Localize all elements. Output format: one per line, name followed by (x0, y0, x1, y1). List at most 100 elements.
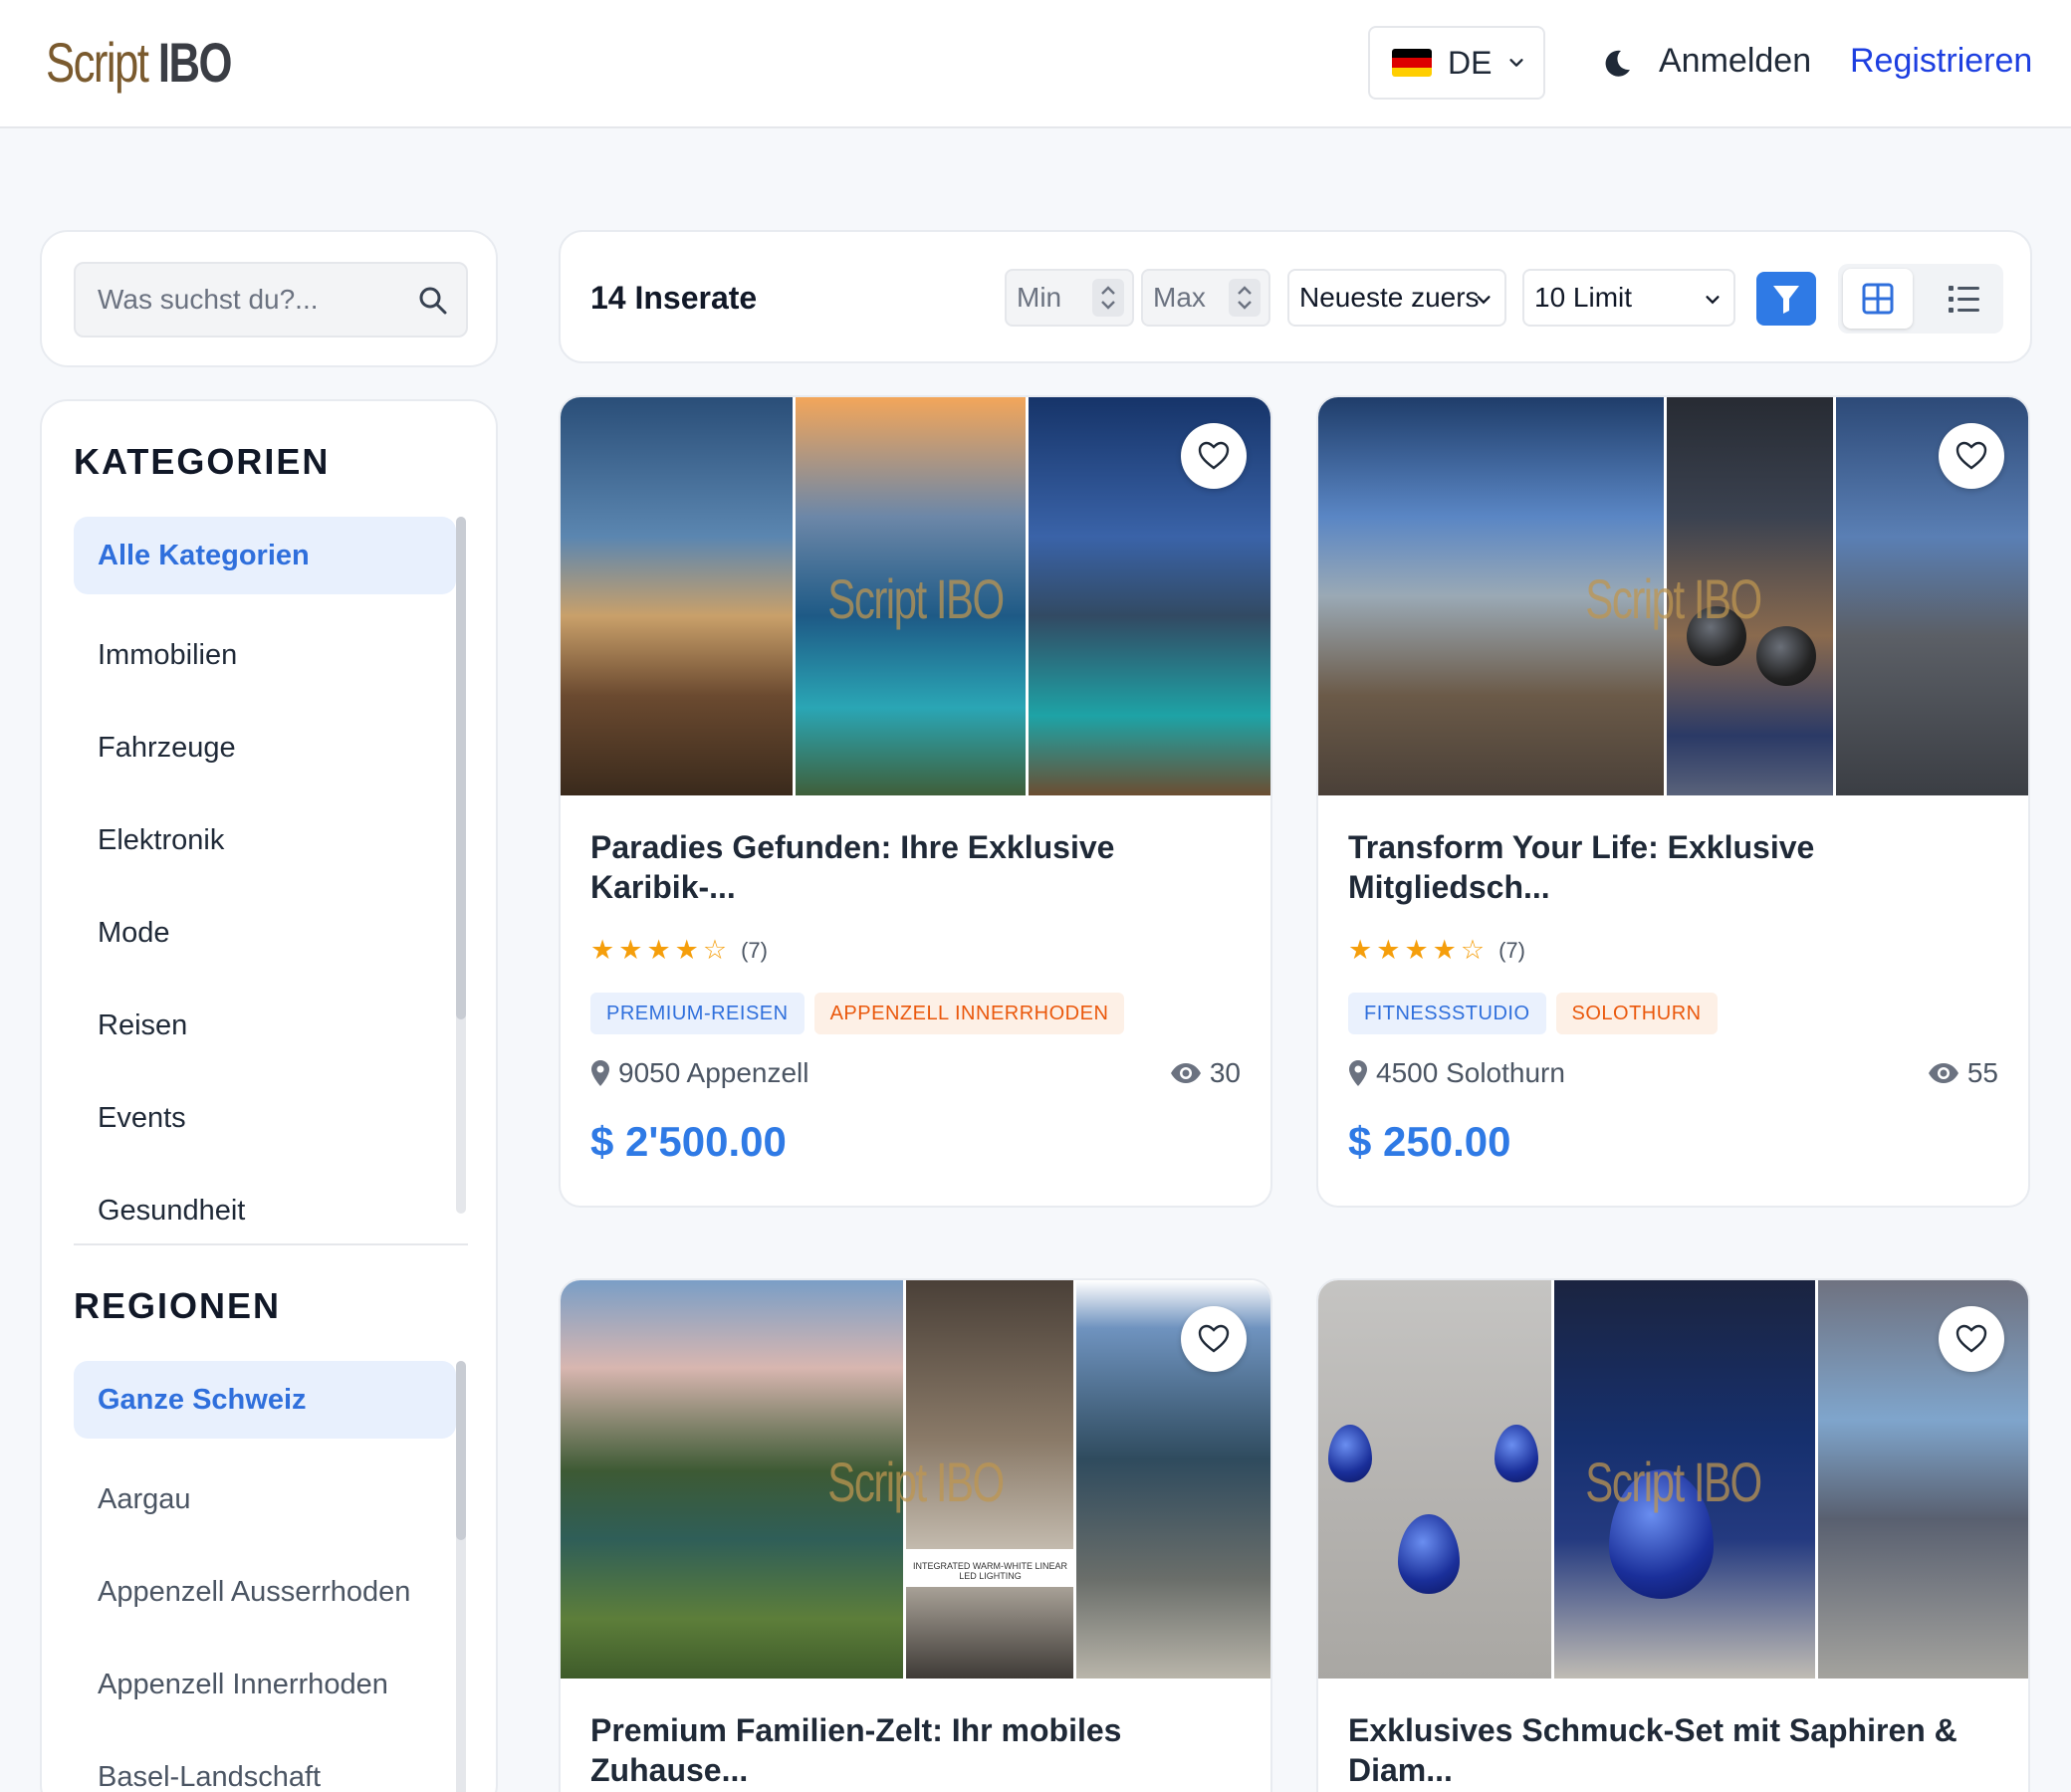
region-item-basel-landschaft[interactable]: Basel-Landschaft (74, 1731, 456, 1792)
listing-location: 9050 Appenzell (590, 1057, 809, 1089)
favorite-button[interactable] (1939, 423, 2004, 489)
language-selector[interactable]: DE (1368, 26, 1545, 100)
category-label: Alle Kategorien (98, 539, 310, 571)
stepper-icon[interactable] (1229, 279, 1261, 317)
map-pin-icon (1349, 1060, 1367, 1086)
grid-view-button[interactable] (1843, 269, 1913, 329)
region-label: Ganze Schweiz (98, 1383, 307, 1416)
heart-icon (1198, 1324, 1230, 1353)
region-item-aargau[interactable]: Aargau (74, 1454, 456, 1546)
region-tag[interactable]: APPENZELL INNERRHODEN (813, 993, 1125, 1034)
star-empty-icon: ☆ (1460, 935, 1486, 965)
heart-icon (1198, 441, 1230, 470)
star-full-icon: ★ (674, 935, 699, 965)
rating-stars: ★ ★ ★ ★ ☆ (7) (1348, 935, 1525, 966)
german-flag-icon (1392, 49, 1432, 77)
region-label: Aargau (98, 1483, 191, 1515)
max-placeholder: Max (1153, 282, 1206, 313)
category-tag[interactable]: PREMIUM-REISEN (590, 993, 805, 1034)
region-scrollbar-thumb[interactable] (456, 1361, 466, 1540)
star-full-icon: ★ (1404, 935, 1429, 965)
region-tag[interactable]: SOLOTHURN (1555, 993, 1718, 1034)
max-price-input[interactable]: Max (1141, 269, 1270, 327)
listing-card[interactable]: INTEGRATED WARM-WHITE LINEAR LED LIGHTIN… (559, 1278, 1272, 1792)
listing-views: 55 (1928, 1057, 1998, 1089)
listing-card[interactable]: Script IBO Paradies Gefunden: Ihre Exklu… (559, 395, 1272, 1208)
category-tag[interactable]: FITNESSSTUDIO (1348, 993, 1546, 1034)
sort-select[interactable]: Neueste zuers (1287, 269, 1506, 327)
star-empty-icon: ☆ (702, 935, 728, 965)
category-label: Events (98, 1102, 186, 1134)
listing-tags: PREMIUM-REISEN APPENZELL INNERRHODEN (590, 993, 1125, 1034)
logo[interactable]: Script IBO (46, 30, 233, 95)
listing-image (1318, 1280, 1551, 1679)
filter-button[interactable] (1756, 272, 1816, 326)
category-scrollbar[interactable] (456, 517, 466, 1214)
category-item-all[interactable]: Alle Kategorien (74, 517, 456, 594)
region-item-appenzell-ausserrhoden[interactable]: Appenzell Ausserrhoden (74, 1546, 456, 1639)
category-item-events[interactable]: Events (74, 1072, 456, 1165)
views-count: 55 (1966, 1057, 1998, 1088)
category-item-reisen[interactable]: Reisen (74, 980, 456, 1072)
category-scrollbar-thumb[interactable] (456, 517, 466, 1019)
list-view-button[interactable] (1929, 269, 1998, 329)
listing-title[interactable]: Exklusives Schmuck-Set mit Saphiren & Di… (1348, 1710, 1985, 1790)
listing-toolbar: 14 Inserate Min Max Neueste zuers 10 Lim… (559, 230, 2032, 363)
location-text: 4500 Solothurn (1376, 1057, 1565, 1088)
category-label: Reisen (98, 1009, 188, 1041)
category-item-mode[interactable]: Mode (74, 887, 456, 980)
search-box[interactable] (74, 262, 468, 337)
login-link[interactable]: Anmelden (1659, 42, 1811, 81)
category-label: Gesundheit (98, 1195, 246, 1227)
listing-image-gallery[interactable] (561, 397, 1270, 795)
regions-title: REGIONEN (74, 1285, 282, 1326)
search-input[interactable] (98, 280, 396, 320)
listing-card[interactable]: Script IBO Transform Your Life: Exklusiv… (1316, 395, 2030, 1208)
register-link[interactable]: Registrieren (1850, 42, 2032, 81)
listing-image-gallery[interactable]: INTEGRATED WARM-WHITE LINEAR LED LIGHTIN… (561, 1280, 1270, 1679)
limit-value: 10 Limit (1534, 282, 1633, 313)
favorite-button[interactable] (1939, 1306, 2004, 1372)
chevron-down-icon (1477, 296, 1491, 305)
stepper-icon[interactable] (1092, 279, 1124, 317)
listing-card[interactable]: Script IBO Exklusives Schmuck-Set mit Sa… (1316, 1278, 2030, 1792)
listing-image (561, 397, 793, 795)
search-icon[interactable] (416, 284, 450, 318)
listing-image (561, 1280, 904, 1679)
chevron-down-icon (1509, 59, 1524, 67)
moon-icon[interactable] (1601, 48, 1633, 80)
logo-bold-text: IBO (157, 31, 233, 94)
region-list: Ganze Schweiz Aargau Appenzell Ausserrho… (74, 1361, 456, 1792)
region-scrollbar[interactable] (456, 1361, 466, 1792)
star-full-icon: ★ (590, 935, 615, 965)
listing-image-gallery[interactable] (1318, 1280, 2028, 1679)
region-label: Basel-Landschaft (98, 1761, 322, 1792)
grid-icon (1862, 283, 1894, 315)
listing-image (1318, 397, 1665, 795)
listing-title[interactable]: Paradies Gefunden: Ihre Exklusive Karibi… (590, 827, 1228, 907)
category-item-immobilien[interactable]: Immobilien (74, 609, 456, 702)
region-item-ganze-schweiz[interactable]: Ganze Schweiz (74, 1361, 456, 1439)
listing-title[interactable]: Premium Familien-Zelt: Ihr mobiles Zuhau… (590, 1710, 1228, 1790)
filter-sidebar: KATEGORIEN Alle Kategorien Immobilien Fa… (40, 399, 498, 1792)
list-icon (1949, 286, 1979, 313)
rating-count: (7) (1498, 937, 1525, 963)
favorite-button[interactable] (1181, 1306, 1247, 1372)
min-price-input[interactable]: Min (1005, 269, 1134, 327)
region-item-appenzell-innerrhoden[interactable]: Appenzell Innerrhoden (74, 1639, 456, 1731)
eye-icon (1928, 1063, 1958, 1083)
listing-image (795, 397, 1027, 795)
favorite-button[interactable] (1181, 423, 1247, 489)
limit-select[interactable]: 10 Limit (1522, 269, 1735, 327)
views-count: 30 (1209, 1057, 1241, 1088)
sidebar-divider (74, 1243, 468, 1245)
top-header: Script IBO DE Anmelden Registrieren (0, 0, 2071, 128)
image-caption: INTEGRATED WARM-WHITE LINEAR LED LIGHTIN… (906, 1549, 1075, 1587)
chevron-down-icon (1706, 296, 1720, 305)
category-item-fahrzeuge[interactable]: Fahrzeuge (74, 702, 456, 794)
search-card (40, 230, 498, 367)
listing-title[interactable]: Transform Your Life: Exklusive Mitglieds… (1348, 827, 1985, 907)
category-item-elektronik[interactable]: Elektronik (74, 794, 456, 887)
star-full-icon: ★ (618, 935, 643, 965)
listing-image-gallery[interactable] (1318, 397, 2028, 795)
